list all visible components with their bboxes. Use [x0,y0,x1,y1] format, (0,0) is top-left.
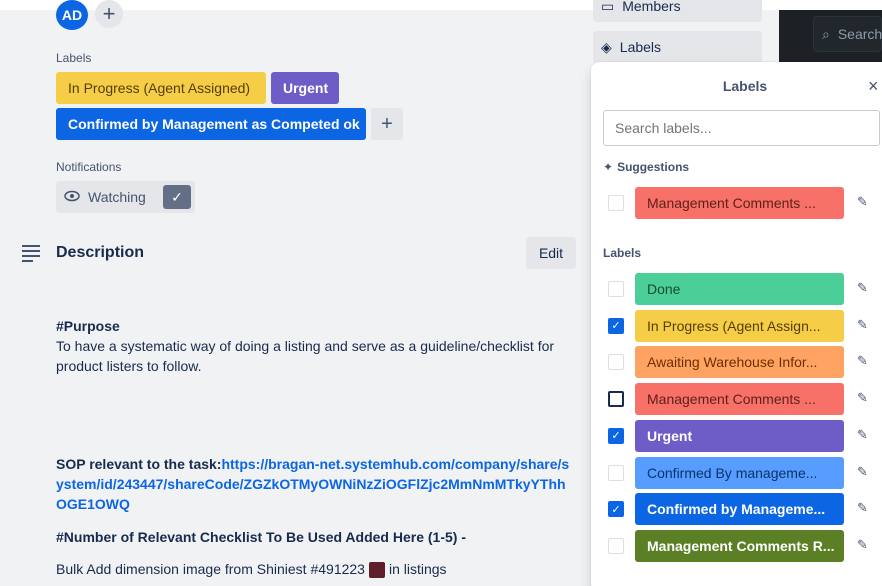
pencil-icon[interactable]: ✎ [857,464,868,480]
close-icon[interactable]: × [868,76,879,97]
description-icon [22,245,40,262]
labels-section-title: Labels [56,51,92,65]
add-member-button[interactable]: + [95,0,123,28]
pencil-icon[interactable]: ✎ [857,500,868,516]
label-option-checkbox[interactable] [608,464,624,481]
label-option-checkbox[interactable]: ✓ [608,501,624,518]
pencil-icon[interactable]: ✎ [857,390,868,406]
purpose-text: To have a systematic way of doing a list… [56,338,555,374]
avatar[interactable]: AD [56,0,88,30]
description-title: Description [56,244,145,261]
watching-check-icon: ✓ [163,185,191,209]
sidebar-members-label: Members [622,0,681,14]
sidebar-labels-button[interactable]: ◈ Labels [593,31,762,63]
labels-popover: Labels × ✦Suggestions Management Comment… [591,62,882,586]
label-option-checkbox[interactable] [608,391,624,408]
eye-icon [64,188,80,207]
person-icon: ▭ [601,0,615,14]
label-option-label[interactable]: Confirmed By manageme... [635,456,844,489]
header-search-placeholder: Search [837,26,882,42]
suggestion-label[interactable]: Management Comments ... [635,187,844,219]
purpose-heading: #Purpose [56,318,120,334]
pencil-icon[interactable]: ✎ [857,353,868,369]
pencil-icon[interactable]: ✎ [857,317,868,333]
add-label-button[interactable]: + [371,108,403,140]
tag-icon: ◈ [601,38,612,55]
suggestion-checkbox[interactable] [608,195,624,211]
popover-title: Labels [722,78,768,94]
search-labels-input[interactable] [603,110,880,146]
pencil-icon[interactable]: ✎ [857,537,868,553]
label-option-label[interactable]: Confirmed by Manageme... [635,493,844,526]
label-option-checkbox[interactable] [608,354,624,371]
sidebar-labels-label: Labels [619,39,662,55]
label-option-checkbox[interactable]: ✓ [608,427,624,444]
label-option-checkbox[interactable] [608,281,624,297]
checklist-heading: #Number of Relevant Checklist To Be Used… [56,529,466,545]
label-option-label[interactable]: Awaiting Warehouse Infor... [635,346,844,379]
label-chip-urgent[interactable]: Urgent [271,72,339,104]
search-icon: ⌕ [822,25,830,42]
bulk-text-before: Bulk Add dimension image from Shiniest #… [56,561,365,577]
color-swatch [368,562,385,579]
header-search[interactable]: ⌕ Search [813,16,882,52]
labels-list-title: Labels [603,246,642,260]
sparkle-icon: ✦ [603,160,614,174]
label-option-checkbox[interactable] [608,537,624,554]
label-option-label[interactable]: Management Comments ... [635,383,844,416]
label-option-label[interactable]: Done [635,273,844,305]
label-option-checkbox[interactable]: ✓ [608,317,624,334]
pencil-icon[interactable]: ✎ [857,280,868,296]
sidebar-members-button[interactable]: ▭ Members [593,0,762,22]
watch-label: Watching [88,189,146,205]
suggestions-title-text: Suggestions [617,160,690,174]
suggestions-title: ✦ Suggestions [603,160,689,174]
label-option-label[interactable]: Urgent [635,419,844,452]
label-option-label[interactable]: Management Comments R... [635,529,844,562]
label-chip-in-progress[interactable]: In Progress (Agent Assigned) [56,72,266,104]
pencil-icon[interactable]: ✎ [857,194,868,210]
label-chip-confirmed[interactable]: Confirmed by Management as Competed ok [56,108,366,140]
notifications-title: Notifications [56,160,122,174]
edit-description-button[interactable]: Edit [526,237,576,269]
sop-paragraph: SOP relevant to the task:https://bragan-… [56,454,576,514]
bulk-text-after: in listings [388,561,447,577]
sop-label: SOP relevant to the task: [56,456,222,472]
pencil-icon[interactable]: ✎ [857,427,868,443]
bulk-add-text: Bulk Add dimension image from Shiniest #… [56,559,447,579]
label-option-label[interactable]: In Progress (Agent Assign... [635,309,844,342]
